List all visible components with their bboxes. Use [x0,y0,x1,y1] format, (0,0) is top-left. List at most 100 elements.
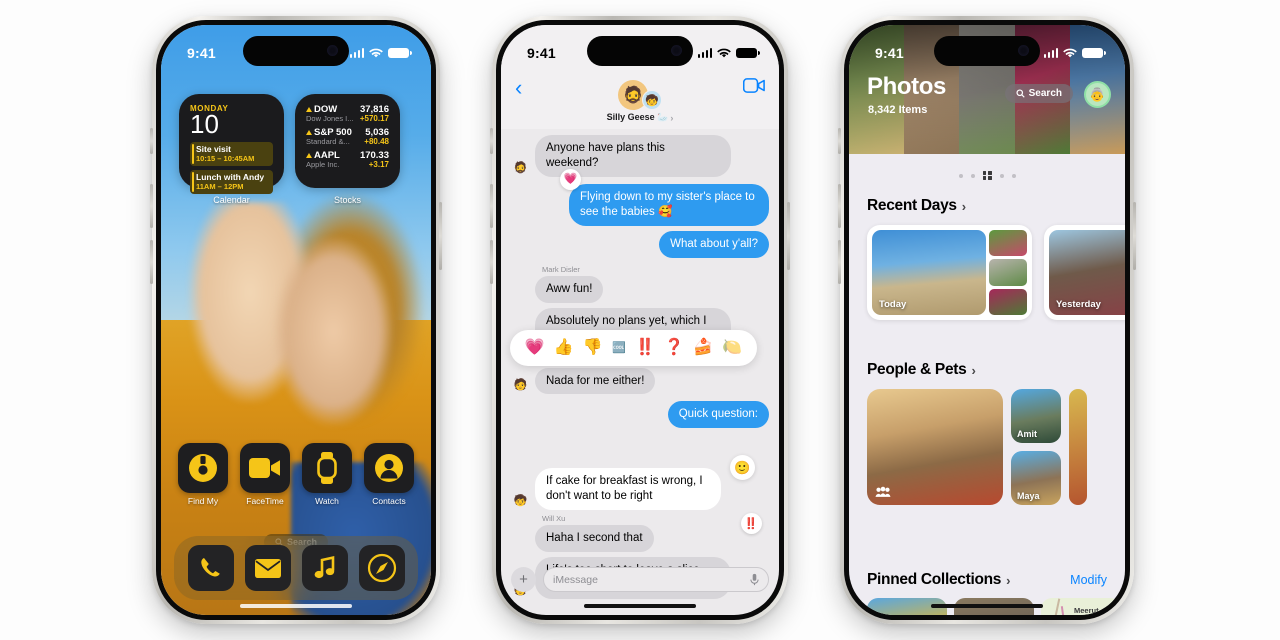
person-name: Amit [1017,429,1037,439]
avatar: 🧒 [642,90,662,110]
phone3-volume-down-button[interactable] [838,240,841,284]
page-dot[interactable] [970,173,975,178]
safari-icon[interactable] [358,545,405,591]
phone1-power-button[interactable] [439,202,442,270]
recent-days-strip[interactable]: Today Yesterday [849,215,1125,320]
attach-plus-button[interactable]: + [511,567,536,592]
app-contacts[interactable]: Contacts [363,443,415,506]
add-reaction-button[interactable]: 🙂 [730,455,755,480]
sender-name: Mark Disler [542,264,580,274]
facetime-icon [240,443,290,493]
message-bubble[interactable]: Haha I second that ‼️ [535,513,762,553]
person-card-maya[interactable]: Maya [1011,451,1061,505]
message-bubble[interactable]: If cake for breakfast is wrong, I don't … [535,468,721,511]
app-facetime[interactable]: FaceTime [239,443,291,506]
phone3-mute-button[interactable] [838,128,841,154]
tapback-exclamation[interactable]: ‼️ [740,513,762,535]
message-text: Flying down to my sister's place to see … [580,190,755,218]
facetime-button[interactable] [742,78,765,98]
message-row: 🧔 Anyone have plans this weekend? [511,135,769,177]
carousel-page-dots[interactable] [849,171,1125,180]
stocks-widget[interactable]: DOW 37,816 Dow Jones I... +570.17 S&P 50… [295,94,400,205]
phone1-volume-down-button[interactable] [150,240,153,284]
photo-thumbnail[interactable] [989,288,1027,315]
photo-thumbnail[interactable] [989,230,1027,257]
calendar-event[interactable]: Site visit 10:15 – 10:45AM [190,141,273,166]
message-bubble[interactable]: Quick question: [667,401,769,429]
pinned-collection-map[interactable]: Meerut Ghaz [1041,598,1121,615]
stock-name: Apple Inc. [306,160,340,169]
home-indicator[interactable] [931,603,1043,608]
music-icon[interactable] [301,545,348,591]
question-reaction[interactable]: ❓ [664,340,684,356]
app-watch[interactable]: Watch [301,443,353,506]
people-pets-strip[interactable]: Amit Maya [849,379,1125,505]
tapback-reaction-bar[interactable]: 💗 👍 👎 🆒 ‼️ ❓ 🍰 🍋 [510,330,757,366]
stock-row[interactable]: AAPL 170.33 Apple Inc. +3.17 [306,150,389,169]
tapback-heart[interactable]: 💗 [560,168,581,190]
contacts-icon [364,443,414,493]
phone1-mute-button[interactable] [150,128,153,154]
cake-reaction[interactable]: 🍰 [693,340,713,356]
phone2-volume-down-button[interactable] [490,240,493,284]
section-header[interactable]: Recent Days › [849,197,1125,215]
message-bubble[interactable]: Nada for me either! [535,367,656,395]
person-card-amit[interactable]: Amit [1011,389,1061,443]
home-indicator[interactable] [240,603,352,608]
app-findmy[interactable]: Find My [177,443,229,506]
exclamation-reaction[interactable]: ‼️ [635,340,655,356]
section-title: Pinned Collections [867,571,1002,588]
page-dot[interactable] [999,173,1004,178]
message-bubble[interactable]: What about y'all? [659,230,769,258]
home-indicator[interactable] [584,603,696,608]
person-card-partial[interactable] [1069,389,1087,505]
avatar[interactable]: 👵 [1084,81,1111,108]
message-bubble[interactable]: Aww fun! [535,275,604,303]
pinned-collections-strip[interactable]: Meerut Ghaz [849,589,1125,615]
phone3-volume-up-button[interactable] [838,184,841,228]
mail-icon[interactable] [244,545,291,591]
imessage-input[interactable]: iMessage [543,567,769,592]
section-header[interactable]: People & Pets › [849,361,1125,379]
findmy-icon [178,443,228,493]
app-label: FaceTime [246,496,284,506]
photo-thumbnail[interactable] [989,259,1027,286]
message-bubble[interactable]: 💗 Flying down to my sister's place to se… [560,168,769,226]
group-avatars[interactable]: 🧔 🧒 [616,80,664,110]
phone1-volume-up-button[interactable] [150,184,153,228]
haha-reaction[interactable]: 🆒 [612,342,626,354]
person-name: Maya [1017,491,1040,501]
recent-day-card[interactable]: Yesterday [1044,225,1125,320]
conversation-title-text: Silly Geese 🦢 [606,112,669,122]
photo-thumbnail[interactable]: Yesterday [1049,230,1125,315]
conversation-title[interactable]: Silly Geese 🦢 › [607,112,674,123]
page-dot-active-grid-icon[interactable] [982,171,992,180]
modify-button[interactable]: Modify [1070,573,1107,587]
photo-thumbnail[interactable]: Today [872,230,986,315]
page-dot[interactable] [1011,173,1016,178]
thumbs-down-reaction[interactable]: 👎 [583,340,603,356]
up-arrow-icon [306,153,312,158]
calendar-event[interactable]: Lunch with Andy 11AM – 12PM [190,169,273,194]
section-header[interactable]: Pinned Collections › Modify [849,571,1125,589]
back-button[interactable]: ‹ [515,77,522,99]
page-dot[interactable] [958,173,963,178]
thumbs-up-reaction[interactable]: 👍 [554,340,574,356]
stock-row[interactable]: DOW 37,816 Dow Jones I... +570.17 [306,104,389,123]
phone-icon[interactable] [187,545,234,591]
heart-reaction[interactable]: 💗 [525,340,545,356]
phone2-mute-button[interactable] [490,128,493,154]
more-reaction[interactable]: 🍋 [722,340,742,356]
photos-search-button[interactable]: Search [1004,84,1073,103]
phone3-power-button[interactable] [1133,202,1136,270]
stock-row[interactable]: S&P 500 5,036 Standard &... +80.48 [306,127,389,146]
imessage-placeholder: iMessage [553,573,598,586]
calendar-widget[interactable]: MONDAY 10 Site visit 10:15 – 10:45AM Lun… [179,94,284,205]
recent-day-card[interactable]: Today [867,225,1032,320]
phone2-power-button[interactable] [787,202,790,270]
watch-icon [302,443,352,493]
microphone-icon[interactable] [750,573,759,586]
message-composer: + iMessage [511,566,769,593]
people-group-photo[interactable] [867,389,1003,505]
phone2-volume-up-button[interactable] [490,184,493,228]
